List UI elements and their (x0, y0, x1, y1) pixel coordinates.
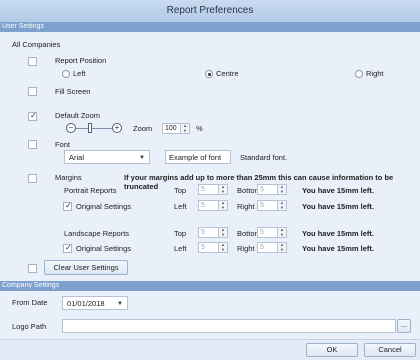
from-date-value: 01/01/2018 (67, 299, 105, 308)
font-dropdown[interactable]: Arial ▼ (64, 150, 150, 164)
spin-arrows-icon[interactable]: ▲ ▼ (277, 242, 286, 252)
portrait-reports-label: Portrait Reports (64, 186, 117, 195)
chevron-down-icon: ▼ (117, 301, 123, 307)
margins-checkbox[interactable] (28, 174, 37, 183)
font-family-value: Arial (69, 153, 85, 162)
spin-arrows-icon[interactable]: ▲ ▼ (218, 200, 227, 210)
landscape-top-value: 5 (201, 229, 205, 236)
browse-logo-button[interactable]: ... (397, 319, 411, 333)
landscape-reports-label: Landscape Reports (64, 229, 130, 238)
portrait-right-input[interactable]: 5 ▲ ▼ (257, 200, 287, 211)
font-example-box: Example of font (165, 150, 231, 164)
position-centre-label: Centre (216, 69, 239, 78)
portrait-original-label: Original Settings (76, 202, 132, 211)
position-right-label: Right (366, 69, 384, 78)
landscape-right-label: Right (237, 244, 255, 253)
zoom-value: 100 (165, 125, 177, 132)
position-right-radio[interactable] (355, 70, 363, 78)
landscape-status-1: You have 15mm left. (302, 229, 374, 238)
user-settings-header: User Settings (0, 22, 420, 32)
landscape-top-input[interactable]: 5 ▲ ▼ (198, 227, 228, 238)
report-position-checkbox[interactable] (28, 57, 37, 66)
company-settings-header: Company Settings (0, 281, 420, 291)
portrait-status-2: You have 15mm left. (302, 202, 374, 211)
font-example-text: Example of font (169, 153, 222, 162)
portrait-left-label: Left (174, 202, 187, 211)
portrait-top-input[interactable]: 5 ▲ ▼ (198, 184, 228, 195)
spin-arrows-icon[interactable]: ▲ ▼ (277, 200, 286, 210)
zoom-slider-thumb[interactable] (88, 123, 92, 133)
position-centre-radio[interactable] (205, 70, 213, 78)
landscape-top-label: Top (174, 229, 187, 238)
portrait-right-value: 5 (260, 202, 264, 209)
portrait-right-label: Right (237, 202, 255, 211)
portrait-bottom-value: 5 (260, 186, 264, 193)
from-date-label: From Date (12, 298, 48, 307)
spin-arrows-icon[interactable]: ▲ ▼ (218, 227, 227, 237)
position-left-radio[interactable] (62, 70, 70, 78)
landscape-left-input[interactable]: 5 ▲ ▼ (198, 242, 228, 253)
spin-arrows-icon[interactable]: ▲ ▼ (277, 184, 286, 194)
landscape-right-value: 5 (260, 244, 264, 251)
from-date-picker[interactable]: 01/01/2018 ▼ (62, 296, 128, 310)
portrait-bottom-input[interactable]: 5 ▲ ▼ (257, 184, 287, 195)
font-label: Font (55, 140, 71, 149)
font-checkbox[interactable] (28, 140, 37, 149)
ok-button[interactable]: OK (306, 343, 358, 357)
spin-arrows-icon[interactable]: ▲ ▼ (218, 184, 227, 194)
zoom-slider-track[interactable] (76, 128, 112, 129)
zoom-unit: % (196, 124, 203, 133)
landscape-bottom-value: 5 (260, 229, 264, 236)
landscape-left-label: Left (174, 244, 187, 253)
landscape-original-label: Original Settings (76, 244, 132, 253)
portrait-status-1: You have 15mm left. (302, 186, 374, 195)
chevron-down-icon: ▼ (139, 155, 145, 161)
spin-arrows-icon[interactable]: ▲ ▼ (218, 242, 227, 252)
fill-screen-label: Fill Screen (55, 87, 91, 96)
margins-label: Margins (55, 173, 82, 182)
logo-path-label: Logo Path (12, 322, 47, 331)
window-title: Report Preferences (166, 5, 254, 16)
clear-user-settings-button[interactable]: Clear User Settings (44, 260, 128, 275)
landscape-right-input[interactable]: 5 ▲ ▼ (257, 242, 287, 253)
portrait-original-checkbox[interactable] (63, 201, 72, 211)
zoom-input[interactable]: 100 ▲ ▼ (162, 123, 190, 134)
landscape-bottom-input[interactable]: 5 ▲ ▼ (257, 227, 287, 238)
default-zoom-label: Default Zoom (55, 111, 101, 120)
report-position-label: Report Position (55, 56, 107, 65)
landscape-original-checkbox[interactable] (63, 243, 72, 253)
landscape-left-value: 5 (201, 244, 205, 251)
spin-arrows-icon[interactable]: ▲ ▼ (180, 123, 189, 133)
zoom-out-icon[interactable]: − (66, 123, 76, 133)
cancel-button[interactable]: Cancel (364, 343, 416, 357)
portrait-left-input[interactable]: 5 ▲ ▼ (198, 200, 228, 211)
portrait-top-value: 5 (201, 186, 205, 193)
position-left-label: Left (73, 69, 86, 78)
logo-path-input[interactable] (62, 319, 396, 333)
spin-arrows-icon[interactable]: ▲ ▼ (277, 227, 286, 237)
all-companies-label: All Companies (12, 40, 61, 49)
zoom-label: Zoom (133, 124, 153, 133)
default-zoom-checkbox[interactable] (28, 111, 37, 121)
portrait-left-value: 5 (201, 202, 205, 209)
fill-screen-checkbox[interactable] (28, 87, 37, 96)
clear-settings-checkbox[interactable] (28, 264, 37, 273)
portrait-top-label: Top (174, 186, 187, 195)
zoom-in-icon[interactable]: + (112, 123, 122, 133)
standard-font-note: Standard font. (240, 153, 288, 162)
landscape-status-2: You have 15mm left. (302, 244, 374, 253)
